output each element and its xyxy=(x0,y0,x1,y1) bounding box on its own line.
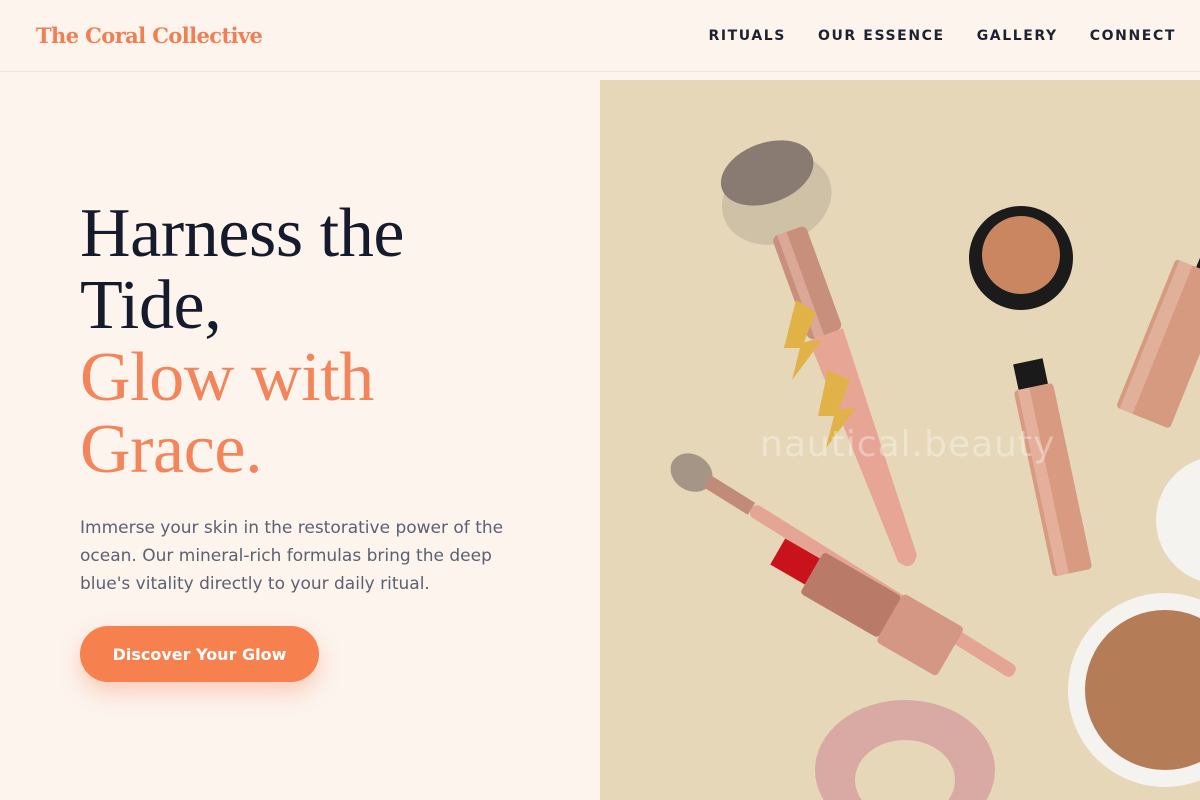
hero-product-photo: nautical.beauty xyxy=(600,80,1200,800)
brand-logo[interactable]: The Coral Collective xyxy=(36,23,263,48)
nav-link-gallery[interactable]: GALLERY xyxy=(977,28,1058,44)
mascara xyxy=(1117,176,1200,428)
headline-line-1: Harness the xyxy=(80,195,405,272)
nav-link-connect[interactable]: CONNECT xyxy=(1090,28,1176,44)
nav-link-rituals[interactable]: RITUALS xyxy=(708,28,786,44)
discover-your-glow-button[interactable]: Discover Your Glow xyxy=(80,626,319,682)
compact-powder xyxy=(1068,459,1200,787)
headline-line-2: Tide, xyxy=(80,267,222,344)
red-lipstick xyxy=(770,538,963,676)
velvet-scrunchie xyxy=(815,700,995,800)
top-navigation-bar: The Coral Collective RITUALS OUR ESSENCE… xyxy=(0,0,1200,72)
hero-text: Harness the Tide, Glow with Grace. Immer… xyxy=(80,198,540,598)
hero-description: Immerse your skin in the restorative pow… xyxy=(80,518,504,594)
powder-brush xyxy=(720,140,917,567)
main-nav: RITUALS OUR ESSENCE GALLERY CONNECT xyxy=(708,28,1176,44)
headline-accent-line-2: Grace. xyxy=(80,411,263,488)
image-watermark: nautical.beauty xyxy=(760,424,1056,465)
nav-link-our-essence[interactable]: OUR ESSENCE xyxy=(818,28,945,44)
blush-pot xyxy=(969,206,1073,310)
headline-accent-line-1: Glow with xyxy=(80,339,374,416)
lipstick-tube xyxy=(1013,358,1092,577)
hero-headline: Harness the Tide, Glow with Grace. xyxy=(80,198,540,486)
